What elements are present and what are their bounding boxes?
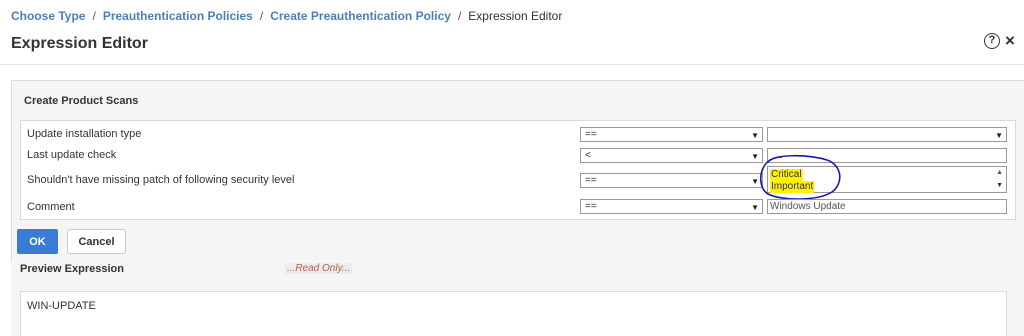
row-label-missing-patch-security-level: Shouldn't have missing patch of followin… [27,174,295,186]
cancel-button[interactable]: Cancel [67,229,126,254]
dropdown-arrow-icon: ▼ [751,131,759,140]
operator-select-missing-patch-security-level[interactable]: == ▼ [580,173,763,188]
breadcrumb: Choose Type / Preauthentication Policies / C… [11,9,562,25]
preview-expression-box [20,291,1007,336]
row-label-update-installation-type: Update installation type [27,128,142,140]
value-select-update-installation-type[interactable]: ▼ [767,127,1007,142]
panel-title: Create Product Scans [24,95,139,107]
operator-select-comment[interactable]: == ▼ [580,199,763,214]
value-input-comment[interactable]: Windows Update [767,199,1007,214]
help-icon[interactable]: ? [984,33,1000,49]
preview-expression-label: Preview Expression [20,263,124,275]
breadcrumb-choose-type[interactable]: Choose Type [11,9,85,23]
page-title: Expression Editor [11,35,148,52]
row-label-last-update-check: Last update check [27,149,117,161]
row-label-comment: Comment [27,201,75,213]
operator-value: == [585,129,597,140]
header-divider [0,64,1024,65]
operator-value: == [585,201,597,212]
operator-value: == [585,175,597,186]
scroll-down-icon[interactable]: ▼ [996,182,1003,189]
operator-value: < [585,150,591,161]
operator-select-update-installation-type[interactable]: == ▼ [580,127,763,142]
dropdown-arrow-icon: ▼ [751,203,759,212]
close-icon[interactable]: × [1005,32,1015,49]
scroll-up-icon[interactable]: ▲ [996,169,1003,176]
preview-expression-text: WIN-UPDATE [27,300,96,312]
operator-select-last-update-check[interactable]: < ▼ [580,148,763,163]
annotation-circle [759,154,841,200]
breadcrumb-preauthentication-policies[interactable]: Preauthentication Policies [103,9,253,23]
read-only-note: ...Read Only... [285,263,353,274]
ok-button[interactable]: OK [17,229,58,254]
dropdown-arrow-icon: ▼ [995,131,1003,140]
breadcrumb-separator: / [457,9,462,23]
breadcrumb-separator: / [92,9,96,23]
breadcrumb-separator: / [259,9,264,23]
breadcrumb-current: Expression Editor [468,9,563,23]
breadcrumb-create-preauthentication-policy[interactable]: Create Preauthentication Policy [270,9,451,23]
